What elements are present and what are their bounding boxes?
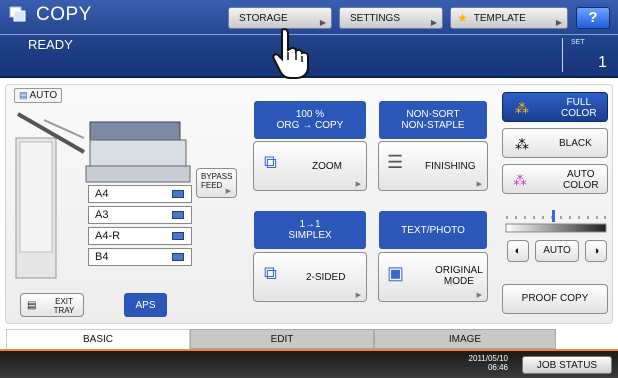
exit-tray-button[interactable]: ▤ EXIT TRAY <box>20 293 84 317</box>
job-status-button[interactable]: JOB STATUS <box>522 356 612 374</box>
arrow-icon: ▶ <box>476 292 482 299</box>
exit-tray-icon: ▤ <box>27 300 37 311</box>
density-auto-button[interactable]: AUTO <box>535 240 579 262</box>
tray-3[interactable]: A4-R <box>88 227 192 245</box>
arrow-icon: ▶ <box>319 18 326 27</box>
darker-button[interactable]: ◑ <box>585 240 607 262</box>
auto-color-label-1: AUTO <box>566 169 595 180</box>
original-mode-label-1: ORIGINAL <box>435 265 483 276</box>
darker-icon: ◑ <box>592 245 600 257</box>
lighter-icon: ◐ <box>514 245 522 257</box>
full-color-label-1: FULL <box>566 97 591 108</box>
tab-basic[interactable]: BASIC <box>6 329 190 349</box>
exit-tray-label: EXIT TRAY <box>53 297 75 315</box>
original-mode-label: ORIGINAL MODE <box>435 265 483 287</box>
time-text: 06:46 <box>487 363 508 372</box>
auto-color-icon: ⁂ <box>513 172 527 188</box>
auto-color-label-2: COLOR <box>563 180 599 191</box>
settings-label: SETTINGS <box>350 12 401 24</box>
density-scale <box>505 210 607 233</box>
finishing-status: NON-SORT NON-STAPLE <box>379 101 487 139</box>
duplex-mode: SIMPLEX <box>288 230 332 241</box>
help-button[interactable]: ? <box>576 7 610 29</box>
arrow-icon: ▶ <box>555 18 562 27</box>
finishing-button[interactable]: ☰ FINISHING ▶ <box>378 141 488 191</box>
duplex-status: 1→1 SIMPLEX <box>254 211 366 249</box>
lighter-button[interactable]: ◐ <box>507 240 529 262</box>
tray-4[interactable]: B4 <box>88 248 192 266</box>
arrow-icon: ▶ <box>476 181 482 188</box>
tray-3-label: A4-R <box>95 230 121 242</box>
template-label: TEMPLATE <box>473 12 526 24</box>
storage-label: STORAGE <box>239 12 288 24</box>
zoom-button[interactable]: ⧉ ZOOM ▶ <box>253 141 367 191</box>
tray-1-label: A4 <box>95 188 109 200</box>
finishing-label: FINISHING <box>425 161 476 172</box>
set-divider <box>562 38 563 72</box>
zoom-label: ZOOM <box>312 161 342 172</box>
arrow-icon: ▶ <box>430 18 437 27</box>
date-text: 2011/05/10 <box>468 354 508 363</box>
tray-level-icon <box>172 190 184 198</box>
original-mode-icon: ▣ <box>387 263 405 283</box>
zoom-mode: ORG → COPY <box>276 120 344 131</box>
hand-cursor-icon <box>272 28 309 79</box>
auto-label: AUTO <box>29 90 58 101</box>
sort-mode: NON-SORT <box>406 109 460 120</box>
duplex-ratio: 1→1 <box>299 219 321 230</box>
tray-level-icon <box>172 232 184 240</box>
black-icon: ⁂ <box>515 136 529 152</box>
copy-app-icon <box>9 6 26 22</box>
finishing-icon: ☰ <box>387 152 404 172</box>
zoom-status: 100 % ORG → COPY <box>254 101 366 139</box>
zoom-icon: ⧉ <box>264 152 277 172</box>
two-sided-button[interactable]: ⧉ 2-SIDED ▶ <box>253 252 367 302</box>
template-button[interactable]: ★ TEMPLATE ▶ <box>450 7 568 29</box>
tray-4-label: B4 <box>95 251 109 263</box>
auto-color-label: AUTO COLOR <box>563 169 599 191</box>
arrow-icon: ▶ <box>355 181 361 188</box>
arrow-icon: ▶ <box>225 188 231 195</box>
full-color-button[interactable]: ⁂ FULL COLOR <box>502 92 608 122</box>
full-color-icon: ⁂ <box>515 100 529 116</box>
full-color-label: FULL COLOR <box>561 97 597 119</box>
app-title: COPY <box>36 4 92 25</box>
aps-button[interactable]: APS <box>124 293 167 317</box>
tray-2-label: A3 <box>95 209 109 221</box>
black-label: BLACK <box>559 138 592 149</box>
tray-1[interactable]: A4 <box>88 185 192 203</box>
status-text: READY <box>28 37 73 52</box>
settings-button[interactable]: SETTINGS ▶ <box>339 7 443 29</box>
tab-edit[interactable]: EDIT <box>190 329 374 349</box>
proof-copy-button[interactable]: PROOF COPY <box>502 284 608 314</box>
set-label: SET <box>571 39 585 46</box>
tray-level-icon <box>172 211 184 219</box>
auto-color-button[interactable]: ⁂ AUTO COLOR <box>502 164 608 194</box>
bypass-feed-button[interactable]: BYPASS FEED ▶ <box>196 168 237 198</box>
auto-paper-indicator[interactable]: ▤ AUTO <box>14 88 63 103</box>
auto-icon: ▤ <box>19 90 28 100</box>
original-mode-button[interactable]: ▣ ORIGINAL MODE ▶ <box>378 252 488 302</box>
star-icon: ★ <box>457 11 468 25</box>
two-sided-icon: ⧉ <box>264 263 277 283</box>
original-mode-value: TEXT/PHOTO <box>401 224 465 236</box>
original-mode-label-2: MODE <box>443 276 474 287</box>
tab-image[interactable]: IMAGE <box>374 329 556 349</box>
arrow-icon: ▶ <box>355 292 361 299</box>
tray-2[interactable]: A3 <box>88 206 192 224</box>
black-button[interactable]: ⁂ BLACK <box>502 128 608 158</box>
original-mode-status: TEXT/PHOTO <box>379 211 487 249</box>
zoom-ratio: 100 % <box>295 109 325 120</box>
datetime: 2011/05/10 06:46 <box>446 354 508 372</box>
full-color-label-2: COLOR <box>561 108 597 119</box>
two-sided-label: 2-SIDED <box>306 272 346 283</box>
set-count: 1 <box>598 54 607 71</box>
tray-level-icon <box>172 253 184 261</box>
staple-mode: NON-STAPLE <box>401 120 465 131</box>
